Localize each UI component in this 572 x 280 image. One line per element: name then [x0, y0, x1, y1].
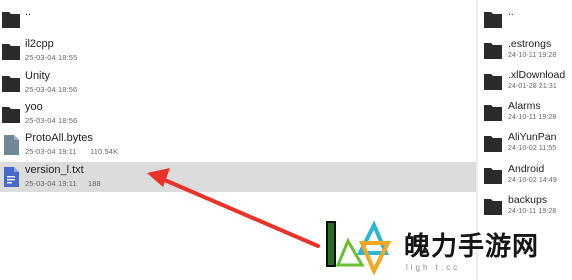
watermark: 魄力手游网 ligh t.cc — [318, 213, 572, 280]
watermark-title: 魄力手游网 — [404, 232, 540, 262]
watermark-logo-icon — [326, 220, 392, 276]
watermark-subtitle: ligh t.cc — [406, 263, 461, 272]
